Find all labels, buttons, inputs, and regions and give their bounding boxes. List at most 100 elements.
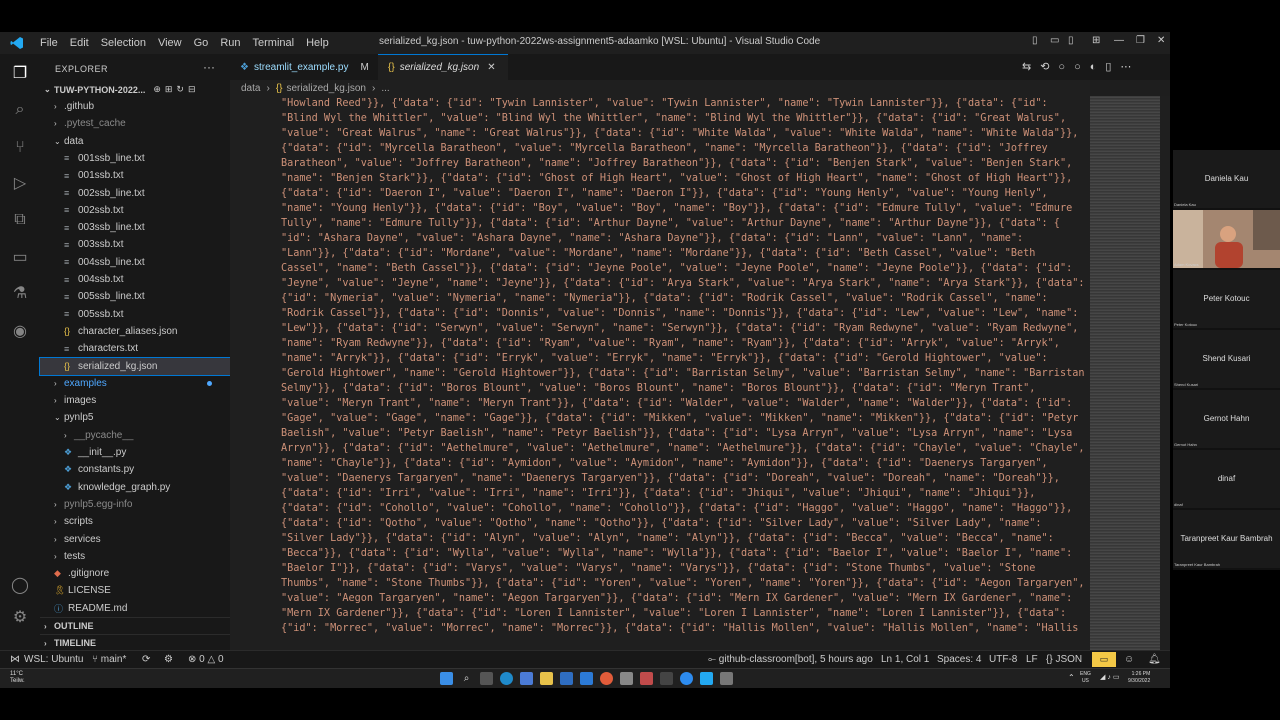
customize-layout-icon[interactable]: ⊞ — [1092, 35, 1100, 46]
close-icon[interactable]: ✕ — [1157, 35, 1165, 46]
participant-tile[interactable]: dinaf dinaf — [1173, 450, 1280, 508]
problems-indicator[interactable]: ⊗ 0 △ 0 — [188, 654, 224, 665]
menu-file[interactable]: File — [34, 37, 64, 49]
remote-indicator[interactable]: ⋈ WSL: Ubuntu — [0, 651, 84, 668]
menu-go[interactable]: Go — [188, 37, 215, 49]
tree-file[interactable]: ≡ 005ssb.txt — [40, 306, 230, 323]
language-mode[interactable]: {} JSON — [1046, 654, 1082, 665]
sync-icon[interactable]: ⟳ — [142, 654, 150, 665]
branch-indicator[interactable]: ⑂ main* — [92, 654, 126, 665]
participant-tile[interactable]: Daniela Kau Daniela Kau — [1173, 150, 1280, 208]
tree-file[interactable]: ≡ 004ssb_line.txt — [40, 254, 230, 271]
tree-file[interactable]: {} character_aliases.json — [40, 323, 230, 340]
tree-file[interactable]: {} serialized_kg.json — [39, 356, 231, 376]
end-of-line[interactable]: LF — [1026, 654, 1038, 665]
participant-video-tile[interactable]: Adam Kovacs — [1173, 210, 1280, 268]
feedback-icon[interactable]: ☺ — [1124, 654, 1134, 665]
tree-folder[interactable]: › tests — [40, 548, 230, 565]
tree-file[interactable]: ≡ 004ssb.txt — [40, 271, 230, 288]
screencast-indicator-icon[interactable]: ▭ — [1092, 652, 1116, 667]
workspace-root[interactable]: ⌄ TUW-PYTHON-2022... ⊕⊞↻⊟ — [40, 81, 230, 98]
tree-file[interactable]: ≡ 002ssb_line.txt — [40, 185, 230, 202]
tree-folder[interactable]: › scripts — [40, 513, 230, 530]
tab-streamlit-example[interactable]: ❖ streamlit_example.py M — [230, 54, 378, 80]
tree-file[interactable]: ≡ 003ssb.txt — [40, 236, 230, 253]
search-icon[interactable]: ⌕ — [10, 100, 30, 120]
github-icon[interactable]: ◉ — [10, 322, 30, 342]
tree-file[interactable]: ❖ knowledge_graph.py — [40, 479, 230, 496]
tree-file[interactable]: ≡ 001ssb_line.txt — [40, 150, 230, 167]
tree-file[interactable]: ⓘ README.md — [40, 600, 230, 617]
tree-file[interactable]: ◆ .gitignore — [40, 565, 230, 582]
tree-file[interactable]: ≡ 002ssb.txt — [40, 202, 230, 219]
minimap[interactable] — [1090, 96, 1160, 650]
participant-tile[interactable]: Gernot Hahn Gernot Hahn — [1173, 390, 1280, 448]
app-icon[interactable] — [620, 672, 633, 685]
cursor-position[interactable]: Ln 1, Col 1 — [881, 654, 929, 665]
menu-help[interactable]: Help — [300, 37, 335, 49]
timeline-section[interactable]: › TIMELINE — [40, 634, 230, 651]
app-icon[interactable] — [640, 672, 653, 685]
remote-explorer-icon[interactable]: ▭ — [10, 248, 30, 268]
tree-file[interactable]: ❖ __init__.py — [40, 444, 230, 461]
breadcrumb-more[interactable]: ... — [381, 83, 389, 94]
tree-folder[interactable]: › examples — [40, 375, 230, 392]
edge-icon[interactable] — [500, 672, 513, 685]
menu-terminal[interactable]: Terminal — [247, 37, 301, 49]
store-icon[interactable] — [560, 672, 573, 685]
system-tray-icons[interactable]: ◢♪▭ — [1100, 673, 1122, 681]
tree-folder[interactable]: › .pytest_cache — [40, 115, 230, 132]
tree-folder[interactable]: › __pycache__ — [40, 427, 230, 444]
close-tab-icon[interactable]: ✕ — [487, 62, 495, 73]
more-actions-icon[interactable]: ··· — [203, 60, 215, 74]
tree-file[interactable]: ❖ constants.py — [40, 461, 230, 478]
participant-tile[interactable]: Shend Kusari Shend Kusari — [1173, 330, 1280, 388]
clock[interactable]: 1:26 PM 9/30/2022 — [1128, 671, 1150, 685]
tree-file[interactable]: ≡ 005ssb_line.txt — [40, 288, 230, 305]
chrome-icon[interactable] — [600, 672, 613, 685]
notifications-bell-icon[interactable]: 🔔︎ — [1148, 654, 1161, 665]
tree-file[interactable]: ≡ 001ssb.txt — [40, 167, 230, 184]
language-indicator[interactable]: ENG US — [1080, 671, 1091, 685]
indentation[interactable]: Spaces: 4 — [937, 654, 981, 665]
minimize-icon[interactable]: — — [1114, 35, 1124, 46]
menu-selection[interactable]: Selection — [95, 37, 152, 49]
breadcrumb-folder[interactable]: data — [241, 83, 260, 94]
start-icon[interactable] — [440, 672, 453, 685]
tree-file[interactable]: ≡ characters.txt — [40, 340, 230, 357]
menu-run[interactable]: Run — [214, 37, 246, 49]
run-debug-icon[interactable]: ▷ — [10, 174, 30, 194]
source-control-icon[interactable]: ⑂ — [10, 138, 30, 158]
encoding[interactable]: UTF-8 — [989, 654, 1017, 665]
teams-icon[interactable] — [520, 672, 533, 685]
toggle-panel-icon[interactable]: ▭ — [1050, 35, 1059, 46]
explorer-actions-icons[interactable]: ⊕⊞↻⊟ — [153, 84, 199, 95]
tree-folder[interactable]: › pynlp5.egg-info — [40, 496, 230, 513]
search-icon[interactable]: ⌕ — [460, 672, 473, 685]
explorer-icon[interactable]: ❐ — [10, 64, 30, 84]
task-view-icon[interactable] — [480, 672, 493, 685]
app-icon[interactable] — [720, 672, 733, 685]
editor-scrollbar[interactable] — [1160, 96, 1170, 650]
toggle-sidebar-icon[interactable]: ▯ — [1032, 35, 1038, 46]
extensions-icon[interactable]: ⧉ — [10, 210, 30, 230]
breadcrumb-file[interactable]: serialized_kg.json — [287, 83, 367, 94]
git-blame[interactable]: ⟜ github-classroom[bot], 5 hours ago — [708, 654, 873, 665]
menu-view[interactable]: View — [152, 37, 188, 49]
participant-tile[interactable]: Taranpreet Kaur Bambrah Taranpreet Kaur … — [1173, 510, 1280, 568]
editor-actions-icons[interactable]: ⇆⟲○○◐▯⋯ — [1022, 60, 1140, 73]
tab-serialized-kg[interactable]: {} serialized_kg.json ✕ — [378, 54, 508, 80]
zoom-icon[interactable] — [680, 672, 693, 685]
tree-folder[interactable]: › images — [40, 392, 230, 409]
tree-folder[interactable]: › .github — [40, 98, 230, 115]
testing-icon[interactable]: ⚗ — [10, 284, 30, 304]
tree-file[interactable]: ≡ 003ssb_line.txt — [40, 219, 230, 236]
restore-icon[interactable]: ❐ — [1136, 35, 1145, 46]
menu-edit[interactable]: Edit — [64, 37, 95, 49]
vscode-taskbar-icon[interactable] — [700, 672, 713, 685]
tree-file[interactable]: 🎗︎ LICENSE — [40, 582, 230, 599]
participant-tile[interactable]: Peter Kotouc Peter Kotouc — [1173, 270, 1280, 328]
tree-folder[interactable]: ⌄ data — [40, 133, 230, 150]
tray-chevron-icon[interactable]: ⌃ — [1068, 673, 1075, 682]
accounts-icon[interactable]: ◯ — [10, 576, 30, 596]
